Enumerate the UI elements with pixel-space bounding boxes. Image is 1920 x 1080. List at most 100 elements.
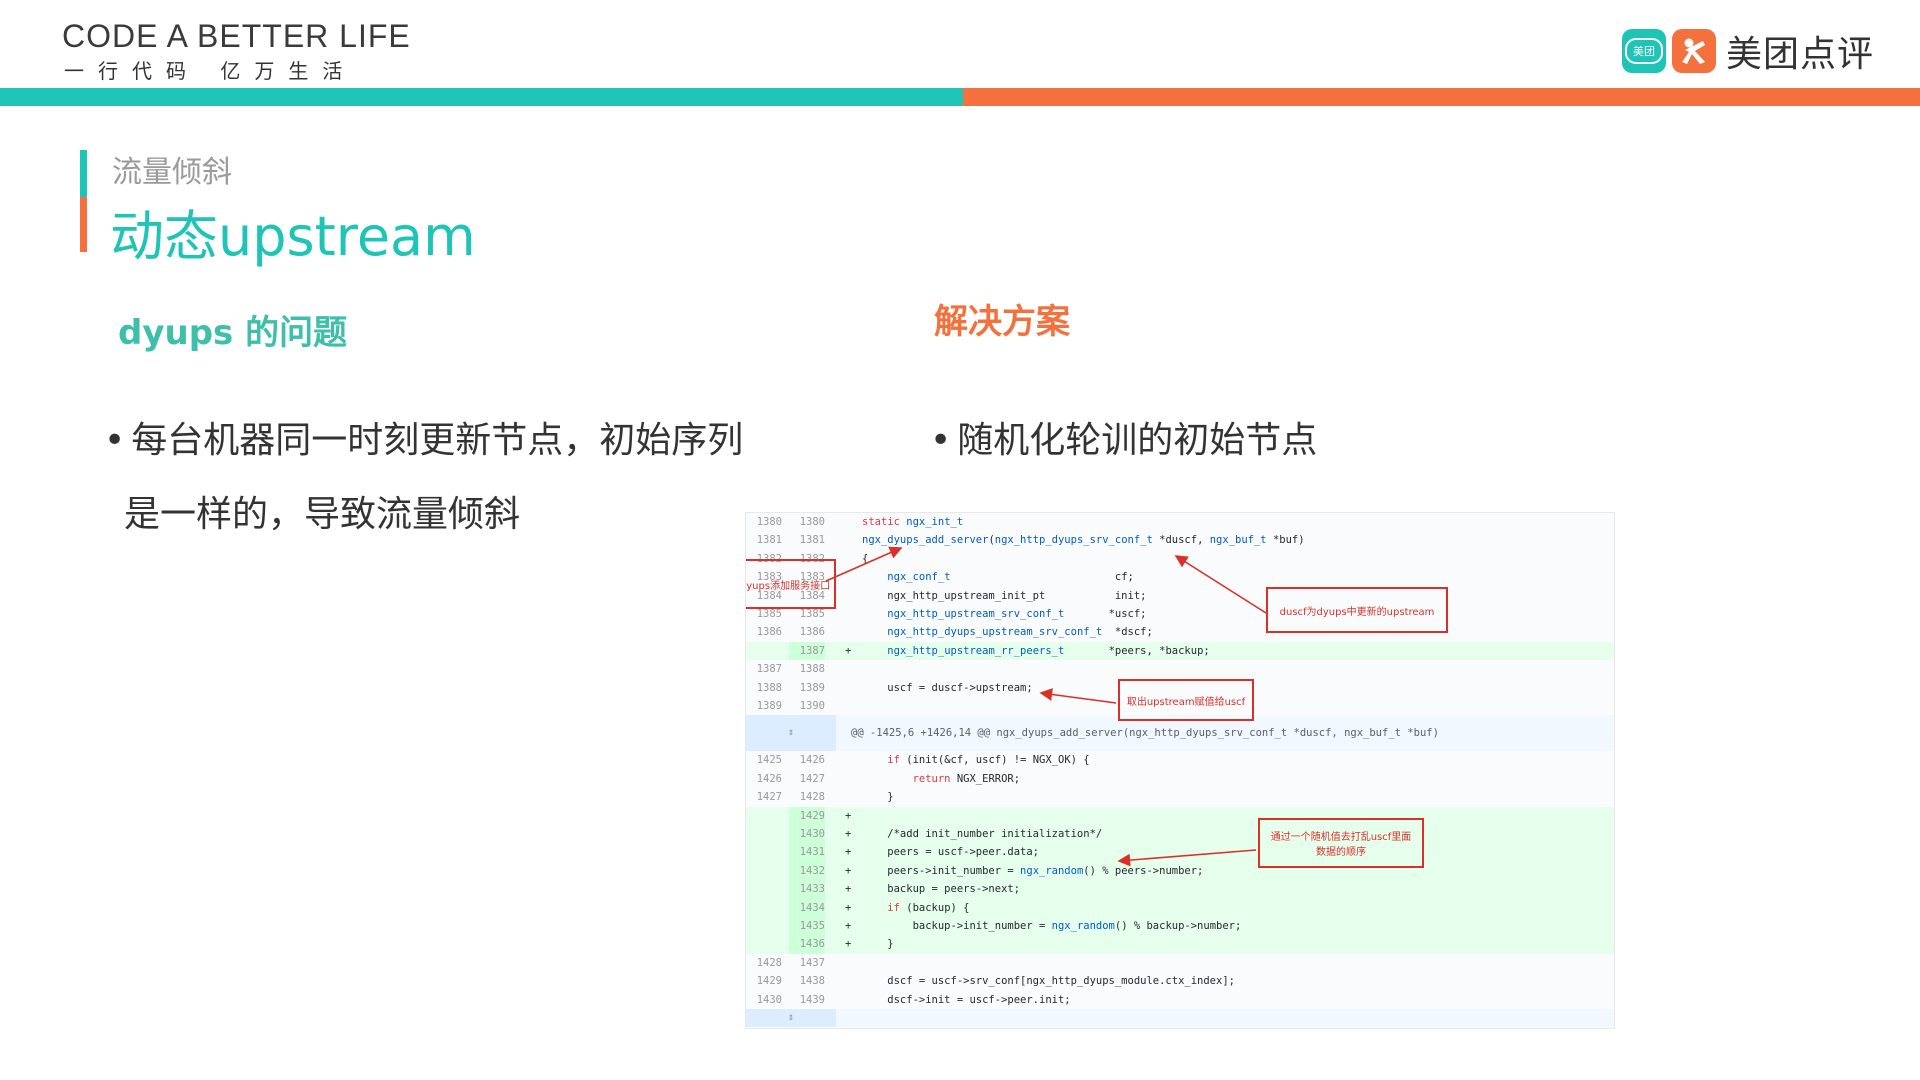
- logo-text: 美团点评: [1726, 34, 1875, 75]
- new-line-number: 1436: [789, 935, 825, 954]
- old-line-number: 1425: [756, 754, 782, 767]
- code-text: ngx_http_dyups_upstream_srv_conf_t *dscf…: [887, 626, 1153, 639]
- dianping-logo-icon: [1672, 29, 1716, 73]
- code-text: static ngx_int_t: [862, 516, 964, 528]
- diff-sign: +: [845, 883, 852, 896]
- problem-heading: dyups 的问题: [118, 313, 348, 353]
- new-line-number: 1390: [799, 700, 825, 712]
- title-accent-orange: [80, 197, 87, 252]
- code-text: dscf->init = uscf->peer.init;: [862, 993, 1071, 1006]
- code-line: 1383 1383 ngx_conf_t cf;: [746, 568, 1614, 586]
- new-line-number: 1434: [789, 898, 825, 917]
- code-text: dscf = uscf->srv_conf[ngx_http_dyups_mod…: [862, 975, 1235, 988]
- callout-duscf: duscf为dyups中更新的upstream: [1266, 587, 1448, 633]
- code-line: 1432 + peers->init_number = ngx_random() …: [746, 861, 1614, 881]
- code-text: uscf = duscf->upstream;: [862, 681, 1033, 694]
- old-line-number: 1426: [756, 772, 782, 785]
- diff-sign: +: [845, 846, 852, 859]
- company-logo: 美团 美团点评: [1622, 26, 1874, 76]
- code-line: 1427 1428 }: [746, 788, 1614, 806]
- solution-heading: 解决方案: [934, 302, 1070, 342]
- code-line: 1436 + }: [746, 935, 1614, 954]
- problem-bullet: • 每台机器同一时刻更新节点，初始序列 是一样的，导致流量倾斜: [104, 404, 784, 552]
- code-text: ngx_http_upstream_rr_peers_t *peers, *ba…: [887, 644, 1210, 657]
- new-line-number: 1429: [789, 806, 825, 825]
- old-line-number: 1380: [756, 516, 782, 528]
- code-line: 1381 1381 ngx_dyups_add_server(ngx_http_dy…: [746, 531, 1614, 549]
- code-text: ngx_conf_t cf;: [887, 571, 1134, 584]
- code-line: 1433 + backup = peers->next;: [746, 880, 1614, 899]
- code-text: {: [862, 552, 869, 565]
- code-text: ngx_dyups_add_server(ngx_http_dyups_srv_…: [862, 534, 1305, 547]
- code-line: 1430 + /*add init_number initialization*/: [746, 825, 1614, 844]
- old-line-number: 1427: [756, 791, 782, 804]
- new-line-number: 1380: [799, 516, 825, 528]
- new-line-number: 1388: [799, 663, 825, 676]
- code-line: 1384 1384 ngx_http_upstream_init_pt init;: [746, 587, 1614, 605]
- callout-uscf: 取出upstream赋值给uscf: [1118, 679, 1254, 721]
- brand-title: CODE A BETTER LIFE: [62, 18, 411, 54]
- expand-icon[interactable]: ⇕: [746, 715, 836, 751]
- code-text: peers = uscf->peer.data;: [862, 846, 1040, 859]
- code-text: if (init(&cf, uscf) != NGX_OK) {: [887, 754, 1090, 767]
- meituan-logo-mark: 美团: [1625, 38, 1663, 64]
- code-text: backup->init_number = ngx_random() % bac…: [862, 920, 1242, 932]
- code-line: 1429 +: [746, 806, 1614, 825]
- old-line-number: 1430: [756, 993, 782, 1006]
- code-text: peers->init_number = ngx_random() % peer…: [862, 864, 1204, 877]
- code-line: 1429 1438 dscf = uscf->srv_conf[ngx_http_…: [746, 972, 1614, 990]
- code-line: 1431 + peers = uscf->peer.data;: [746, 843, 1614, 862]
- code-line: 1435 + backup->init_number = ngx_random()…: [746, 917, 1614, 936]
- new-line-number: 1387: [789, 641, 825, 661]
- code-text: return NGX_ERROR;: [912, 772, 1021, 785]
- section-label: 流量倾斜: [112, 155, 232, 190]
- diff-expand-footer[interactable]: ⇕: [746, 1009, 1614, 1027]
- header-bar-orange: [963, 88, 1920, 106]
- code-text: /*add init_number initialization*/: [862, 828, 1103, 840]
- bullet-dot-icon: •: [104, 420, 126, 461]
- bullet-dot-icon: •: [930, 420, 952, 461]
- old-line-number: 1386: [756, 626, 782, 639]
- new-line-number: 1389: [799, 681, 825, 694]
- old-line-number: 1389: [756, 700, 782, 712]
- diff-sign: +: [845, 828, 852, 840]
- solution-bullet: • 随机化轮训的初始节点: [930, 404, 1430, 478]
- title-accent-teal: [80, 150, 87, 197]
- new-line-number: 1439: [799, 993, 825, 1006]
- callout-random: 通过一个随机值去打乱uscf里面数据的顺序: [1258, 818, 1424, 868]
- code-line: 1425 1426 if (init(&cf, uscf) != NGX_OK) …: [746, 751, 1614, 769]
- new-line-number: 1438: [799, 975, 825, 988]
- old-line-number: 1388: [756, 681, 782, 694]
- new-line-number: 1428: [799, 791, 825, 804]
- code-line: 1434 + if (backup) {: [746, 898, 1614, 917]
- code-text: }: [862, 791, 894, 804]
- meituan-logo-icon: 美团: [1622, 29, 1666, 73]
- new-line-number: 1430: [789, 825, 825, 844]
- diff-sign: +: [845, 920, 852, 932]
- new-line-number: 1386: [799, 626, 825, 639]
- code-line: 1380 1380 static ngx_int_t: [746, 513, 1614, 531]
- code-line: 1386 1386 ngx_http_dyups_upstream_srv_con…: [746, 623, 1614, 641]
- solution-bullet-text: 随机化轮训的初始节点: [957, 420, 1318, 461]
- code-diff-screenshot: 1380 1380 static ngx_int_t 1381 1381 ngx_dyup…: [745, 512, 1615, 1029]
- code-line: 1387 + ngx_http_upstream_rr_peers_t *peer…: [746, 641, 1614, 661]
- code-line: 1428 1437: [746, 954, 1614, 972]
- callout-add-server: dyups添加服务接口: [746, 559, 836, 609]
- code-text: ngx_http_upstream_init_pt init;: [862, 589, 1147, 602]
- problem-bullet-line1: 每台机器同一时刻更新节点，初始序列: [131, 420, 744, 461]
- new-line-number: 1431: [789, 843, 825, 862]
- new-line-number: 1427: [799, 772, 825, 785]
- expand-icon[interactable]: ⇕: [746, 1009, 836, 1027]
- code-line: 1430 1439 dscf->init = uscf->peer.init;: [746, 991, 1614, 1009]
- header-bar-teal: [0, 88, 963, 106]
- old-line-number: 1428: [756, 956, 782, 969]
- code-line: 1426 1427 return NGX_ERROR;: [746, 770, 1614, 788]
- new-line-number: 1437: [799, 956, 825, 969]
- diff-sign: +: [845, 901, 852, 914]
- code-line: 1385 1385 ngx_http_upstream_srv_conf_t *u…: [746, 605, 1614, 623]
- diff-sign: +: [845, 644, 852, 657]
- code-line: 1387 1388: [746, 660, 1614, 678]
- new-line-number: 1433: [789, 880, 825, 899]
- new-line-number: 1426: [799, 754, 825, 767]
- old-line-number: 1429: [756, 975, 782, 988]
